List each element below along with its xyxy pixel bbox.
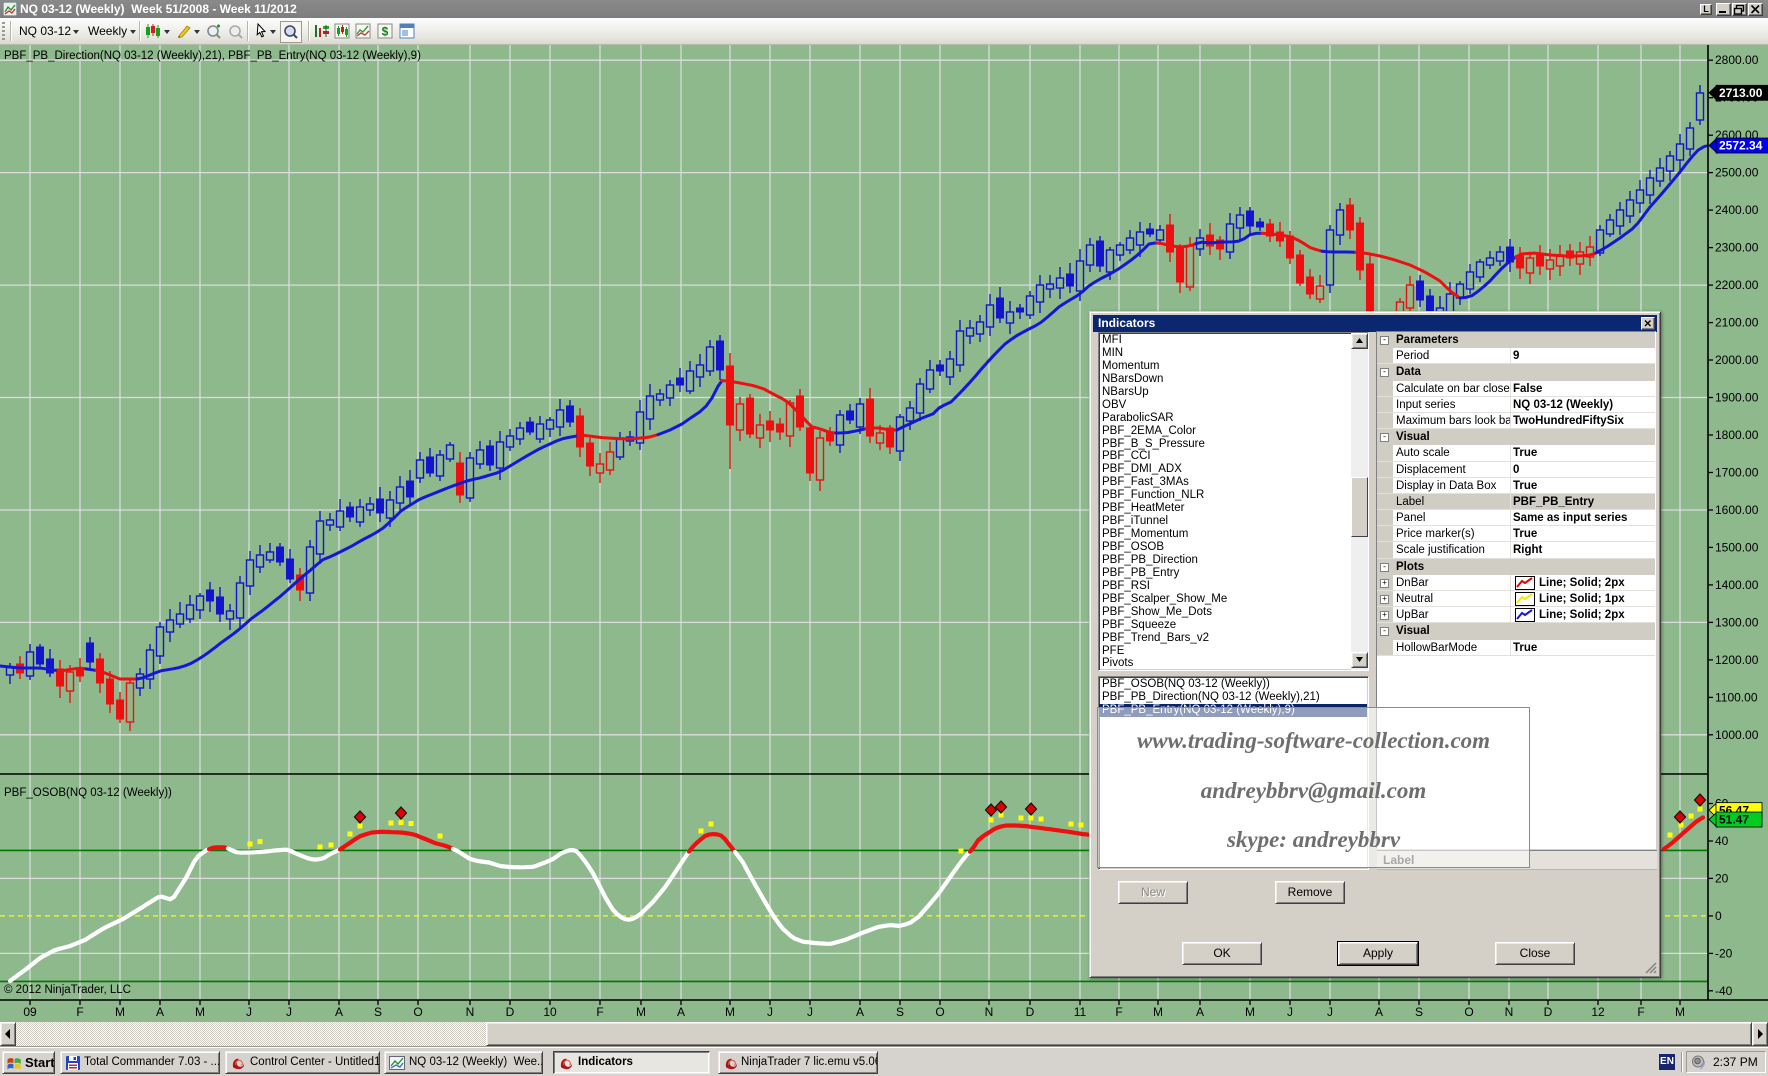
svg-text:N: N <box>985 1005 994 1019</box>
svg-text:S: S <box>1415 1005 1423 1019</box>
svg-text:M: M <box>115 1005 125 1019</box>
svg-text:2572.34: 2572.34 <box>1719 139 1763 153</box>
svg-text:40: 40 <box>1715 834 1729 848</box>
svg-text:2400.00: 2400.00 <box>1715 203 1759 217</box>
svg-text:M: M <box>1675 1005 1685 1019</box>
svg-text:09: 09 <box>23 1005 37 1019</box>
svg-text:M: M <box>1153 1005 1163 1019</box>
svg-text:1900.00: 1900.00 <box>1715 391 1759 405</box>
svg-text:M: M <box>195 1005 205 1019</box>
svg-text:D: D <box>1026 1005 1035 1019</box>
svg-text:A: A <box>1196 1005 1204 1019</box>
svg-text:M: M <box>1245 1005 1255 1019</box>
svg-text:A: A <box>1375 1005 1383 1019</box>
svg-text:O: O <box>1464 1005 1473 1019</box>
svg-text:1600.00: 1600.00 <box>1715 503 1759 517</box>
svg-text:A: A <box>335 1005 343 1019</box>
svg-text:F: F <box>1637 1005 1644 1019</box>
svg-text:A: A <box>156 1005 164 1019</box>
svg-text:2713.00: 2713.00 <box>1719 86 1763 100</box>
svg-text:J: J <box>807 1005 813 1019</box>
svg-text:1500.00: 1500.00 <box>1715 540 1759 554</box>
svg-text:1300.00: 1300.00 <box>1715 615 1759 629</box>
svg-text:2800.00: 2800.00 <box>1715 53 1759 67</box>
svg-text:O: O <box>413 1005 422 1019</box>
svg-text:-20: -20 <box>1715 946 1733 960</box>
svg-text:1800.00: 1800.00 <box>1715 428 1759 442</box>
svg-text:11: 11 <box>1074 1005 1087 1019</box>
svg-text:2100.00: 2100.00 <box>1715 316 1759 330</box>
svg-text:S: S <box>374 1005 382 1019</box>
svg-text:2300.00: 2300.00 <box>1715 241 1759 255</box>
svg-text:M: M <box>636 1005 646 1019</box>
svg-text:J: J <box>1287 1005 1293 1019</box>
svg-text:J: J <box>767 1005 773 1019</box>
svg-text:N: N <box>1505 1005 1514 1019</box>
svg-text:S: S <box>896 1005 904 1019</box>
svg-text:20: 20 <box>1715 871 1729 885</box>
svg-text:10: 10 <box>543 1005 557 1019</box>
svg-text:J: J <box>286 1005 292 1019</box>
svg-text:$: $ <box>382 25 389 39</box>
svg-text:1700.00: 1700.00 <box>1715 466 1759 480</box>
svg-text:2200.00: 2200.00 <box>1715 278 1759 292</box>
svg-text:A: A <box>856 1005 864 1019</box>
svg-text:51.47: 51.47 <box>1719 813 1749 827</box>
svg-text:2500.00: 2500.00 <box>1715 166 1759 180</box>
svg-text:F: F <box>1115 1005 1122 1019</box>
svg-text:J: J <box>1327 1005 1333 1019</box>
svg-text:F: F <box>596 1005 603 1019</box>
svg-text:-40: -40 <box>1715 984 1733 998</box>
svg-text:1100.00: 1100.00 <box>1715 690 1758 704</box>
svg-text:D: D <box>1544 1005 1553 1019</box>
svg-text:A: A <box>677 1005 685 1019</box>
svg-text:D: D <box>506 1005 515 1019</box>
svg-text:1400.00: 1400.00 <box>1715 578 1759 592</box>
svg-text:1200.00: 1200.00 <box>1715 653 1759 667</box>
svg-text:12: 12 <box>1591 1005 1605 1019</box>
svg-text:N: N <box>466 1005 475 1019</box>
svg-text:2000.00: 2000.00 <box>1715 353 1759 367</box>
svg-text:F: F <box>76 1005 83 1019</box>
svg-text:0: 0 <box>1715 909 1722 923</box>
svg-text:J: J <box>246 1005 252 1019</box>
svg-text:O: O <box>935 1005 944 1019</box>
svg-text:M: M <box>725 1005 735 1019</box>
svg-text:1000.00: 1000.00 <box>1715 728 1759 742</box>
